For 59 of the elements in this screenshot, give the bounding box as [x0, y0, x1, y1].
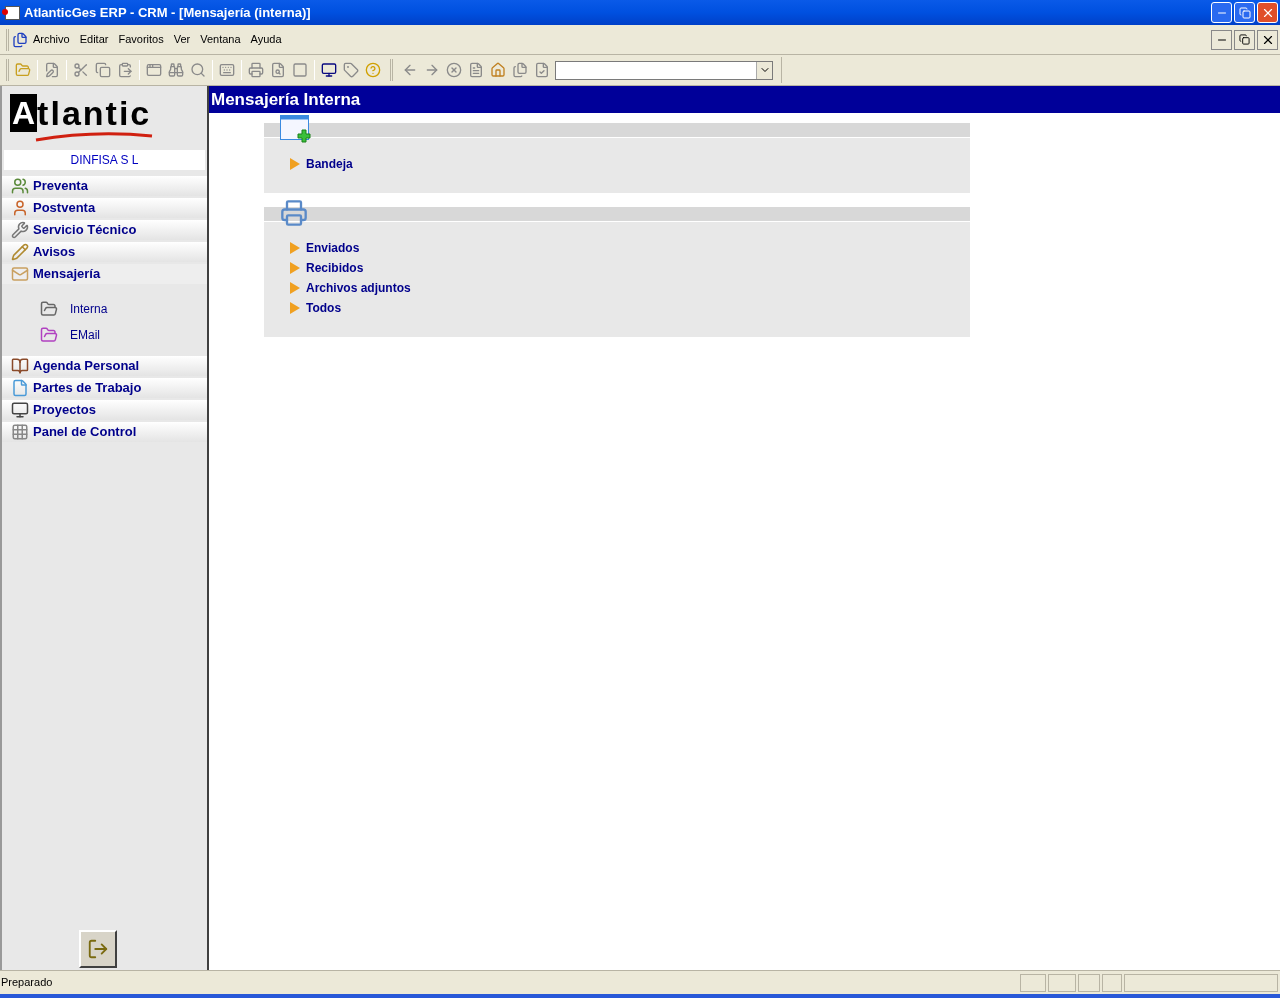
status-pane: [1048, 973, 1076, 992]
window-title: AtlanticGes ERP - CRM - [Mensajería (interna)]: [24, 3, 311, 22]
book-icon: [11, 357, 29, 375]
restore-button[interactable]: [1234, 29, 1255, 50]
submenu-item[interactable]: EMail: [2, 326, 207, 344]
menu-item[interactable]: Ver: [168, 31, 196, 48]
logo-text: tlantic: [37, 94, 153, 132]
triangle-icon: [290, 242, 300, 254]
app-icon: [2, 5, 20, 20]
sidebar-item[interactable]: Agenda Personal: [2, 356, 207, 376]
restore-icon: [1238, 6, 1251, 19]
restore-icon: [1239, 34, 1250, 45]
close-button[interactable]: [1257, 29, 1278, 50]
folder-icon: [40, 300, 58, 318]
swoosh-icon: [34, 132, 155, 142]
minimize-button[interactable]: [1211, 29, 1232, 50]
monitor-icon: [11, 401, 29, 419]
menu-item[interactable]: Ventana: [195, 31, 246, 48]
triangle-icon: [290, 158, 300, 170]
menu-item[interactable]: Archivo: [28, 31, 75, 48]
sidebar-item[interactable]: Preventa: [2, 176, 207, 196]
triangle-icon: [290, 262, 300, 274]
menu-icon: [12, 31, 28, 48]
sidebar-item[interactable]: Servicio Técnico: [2, 220, 207, 240]
people-icon: [11, 177, 29, 195]
triangle-icon: [290, 302, 300, 314]
menu-item[interactable]: Ayuda: [245, 31, 287, 48]
sidebar-item[interactable]: Avisos: [2, 242, 207, 262]
logo-mark: A: [10, 94, 38, 132]
exit-door-icon: [86, 938, 109, 960]
envelope-icon: [11, 265, 29, 283]
folder-icon: [40, 326, 58, 344]
sidebar-item[interactable]: Proyectos: [2, 400, 207, 420]
status-pane: [1020, 973, 1046, 992]
sidebar-item[interactable]: Mensajería: [2, 264, 207, 284]
document-icon: [11, 379, 29, 397]
pencil-icon: [11, 243, 29, 261]
status-pane: [1078, 973, 1100, 992]
status-text: Preparado: [0, 975, 53, 991]
exit-button[interactable]: [78, 930, 117, 968]
triangle-icon: [290, 282, 300, 294]
submenu-item[interactable]: Interna: [2, 300, 207, 318]
page-header: Mensajería Interna: [209, 86, 1280, 113]
sidebar-item[interactable]: Partes de Trabajo: [2, 378, 207, 398]
menu-item[interactable]: Favoritos: [113, 31, 169, 48]
grid-icon: [11, 423, 29, 441]
section-link[interactable]: Recibidos: [264, 259, 970, 277]
section-link[interactable]: Archivos adjuntos: [264, 279, 970, 297]
section-link[interactable]: Bandeja: [264, 155, 970, 173]
address-dropdown[interactable]: [555, 60, 773, 80]
company-name: DINFISA S L: [4, 150, 205, 170]
menu-item[interactable]: Editar: [74, 31, 114, 48]
status-pane: [1102, 973, 1122, 992]
sidebar-item[interactable]: Panel de Control: [2, 422, 207, 442]
wrench-icon: [11, 221, 29, 239]
sidebar-item[interactable]: Postventa: [2, 198, 207, 218]
person-icon: [11, 199, 29, 217]
section-link[interactable]: Enviados: [264, 239, 970, 257]
section-link[interactable]: Todos: [264, 299, 970, 317]
